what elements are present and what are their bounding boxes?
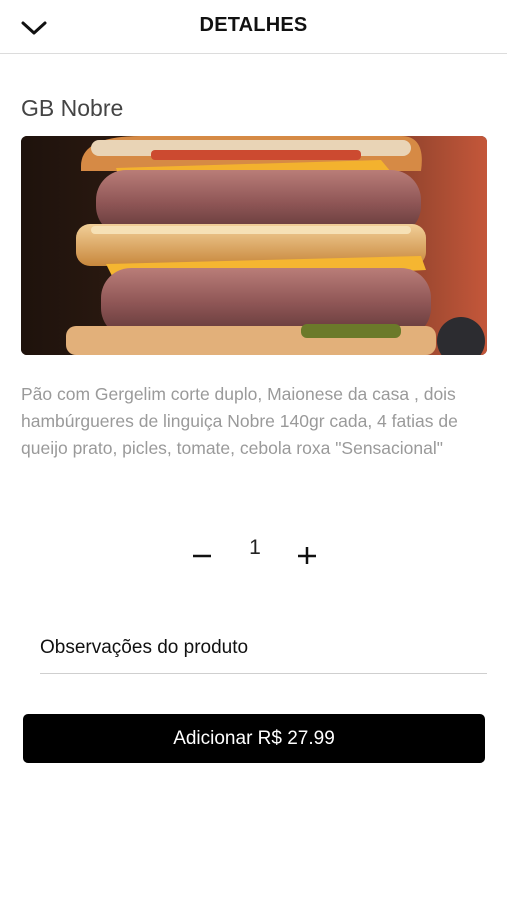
decrease-quantity-button[interactable] xyxy=(185,536,219,570)
product-image xyxy=(21,136,487,355)
quantity-value: 1 xyxy=(249,536,261,559)
page-title: DETALHES xyxy=(199,14,308,36)
product-description: Pão com Gergelim corte duplo, Maionese d… xyxy=(21,384,458,458)
quantity-stepper: 1 xyxy=(0,530,507,580)
minus-icon xyxy=(193,554,211,558)
product-name: GB Nobre xyxy=(21,95,124,121)
plus-icon xyxy=(298,547,316,564)
increase-quantity-button[interactable] xyxy=(290,536,324,570)
header-bar: DETALHES xyxy=(0,0,507,54)
product-notes-input[interactable] xyxy=(40,622,487,674)
add-to-cart-button[interactable]: Adicionar R$ 27.99 xyxy=(23,714,485,763)
